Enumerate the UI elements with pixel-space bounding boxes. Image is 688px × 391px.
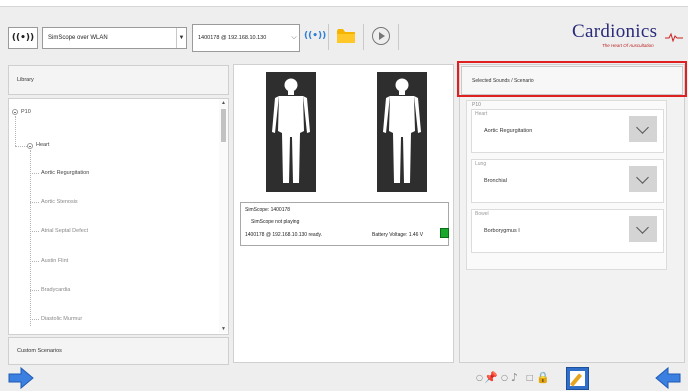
status-connection: 1400178 @ 192.168.10.130 ready.	[245, 232, 322, 238]
toolbar-divider	[363, 24, 364, 50]
tree-item[interactable]: Atrial Septal Defect	[41, 228, 88, 234]
tree-item[interactable]: Austin Flint	[41, 258, 68, 264]
chevron-down-icon[interactable]	[629, 166, 657, 192]
radio-unselected-icon[interactable]: ○	[476, 373, 483, 382]
heartbeat-icon	[665, 32, 683, 42]
checkbox-icon[interactable]: □	[526, 373, 534, 382]
back-arrow-icon[interactable]	[655, 366, 681, 390]
group-label: Lung	[475, 161, 487, 167]
tree-line	[15, 116, 16, 146]
scrollbar-thumb[interactable]	[221, 109, 226, 142]
toolbar: ((•)) SimScope over WLAN ▼ 1400178 @ 192…	[0, 7, 688, 57]
scenario-group-panel: P10 Heart Aortic Regurgitation Lung Bron…	[466, 100, 667, 270]
chevron-down-icon[interactable]: ⌵	[289, 25, 299, 51]
tree-item[interactable]: Aortic Stenosis	[41, 199, 78, 205]
tree-line	[30, 261, 39, 262]
tree-line	[30, 319, 39, 320]
bowel-sound-value: Borborygmus I	[484, 228, 520, 234]
battery-voltage: Battery Voltage: 1.46 V	[372, 232, 424, 238]
folder-icon[interactable]	[337, 29, 355, 43]
tree-line	[30, 150, 31, 326]
body-silhouette-icon	[383, 78, 421, 183]
toolbar-divider	[328, 24, 329, 50]
lung-sound-group: Lung Bronchial	[471, 159, 664, 203]
tree-group-heart[interactable]: Heart	[36, 142, 49, 148]
tree-item[interactable]: Diastolic Murmur	[41, 316, 82, 322]
chevron-down-icon[interactable]	[629, 216, 657, 242]
heart-sound-group: Heart Aortic Regurgitation	[471, 109, 664, 153]
music-note-icon[interactable]: ♪	[511, 371, 518, 384]
logo-tagline: The Heart Of Auscultation	[602, 43, 654, 48]
battery-indicator-icon	[440, 228, 449, 238]
library-tree: P10 Heart Aortic Regurgitation Aortic St…	[8, 98, 229, 335]
collapse-toggle-icon[interactable]	[12, 109, 18, 115]
scenario-panel-title: P10	[472, 102, 481, 108]
connection-type-value: SimScope over WLAN	[48, 35, 108, 41]
bowel-sound-group: Bowel Borborygmus I	[471, 209, 664, 253]
cardionics-logo: Cardionics The Heart Of Auscultation	[572, 21, 684, 53]
radio-unselected-icon[interactable]: ○	[501, 373, 508, 382]
highlight-box	[457, 61, 687, 97]
scroll-down-icon[interactable]: ▼	[219, 325, 228, 333]
tree-line	[30, 173, 39, 174]
toolbar-divider	[398, 24, 399, 50]
edit-scenario-button[interactable]	[566, 367, 589, 390]
wifi-icon[interactable]: ((•))	[304, 31, 326, 41]
status-playback: SimScope not playing	[251, 219, 300, 225]
group-label: Heart	[475, 111, 488, 117]
collapse-toggle-icon[interactable]	[27, 143, 33, 149]
group-label: Bowel	[475, 211, 489, 217]
forward-arrow-icon[interactable]	[8, 366, 34, 390]
tree-line	[15, 146, 27, 147]
device-select[interactable]: 1400178 @ 192.168.10.130 ⌵	[192, 24, 300, 52]
body-back-view[interactable]	[377, 72, 427, 192]
dropdown-arrow-icon[interactable]: ▼	[176, 28, 186, 48]
tree-line	[30, 290, 39, 291]
connect-button[interactable]: ((•))	[8, 27, 38, 49]
lock-icon[interactable]: 🔒	[536, 371, 550, 384]
chevron-down-icon[interactable]	[629, 116, 657, 142]
scroll-up-icon[interactable]: ▲	[219, 99, 228, 107]
connection-type-select[interactable]: SimScope over WLAN ▼	[42, 27, 187, 49]
library-scrollbar[interactable]: ▲ ▼	[219, 99, 228, 333]
pin-icon[interactable]: 📌	[484, 371, 498, 384]
device-status-box: SimScope: 1400178 SimScope not playing 1…	[240, 202, 449, 246]
status-device: SimScope: 1400178	[245, 207, 291, 213]
auscultation-panel: SimScope: 1400178 SimScope not playing 1…	[233, 64, 454, 363]
play-icon[interactable]	[372, 27, 390, 45]
tree-line	[30, 231, 39, 232]
tree-line	[30, 202, 39, 203]
app-window: ((•)) SimScope over WLAN ▼ 1400178 @ 192…	[0, 6, 688, 391]
lung-sound-value: Bronchial	[484, 178, 507, 184]
tree-item[interactable]: Aortic Regurgitation	[41, 170, 89, 176]
library-header[interactable]: Library	[8, 65, 229, 95]
body-front-view[interactable]	[266, 72, 316, 192]
tree-root-p10[interactable]: P10	[21, 109, 31, 115]
body-silhouette-icon	[272, 78, 310, 183]
custom-scenarios-header[interactable]: Custom Scenarios	[8, 337, 229, 365]
heart-sound-value: Aortic Regurgitation	[484, 128, 533, 134]
tree-item[interactable]: Bradycardia	[41, 287, 70, 293]
device-value: 1400178 @ 192.168.10.130	[198, 35, 267, 41]
